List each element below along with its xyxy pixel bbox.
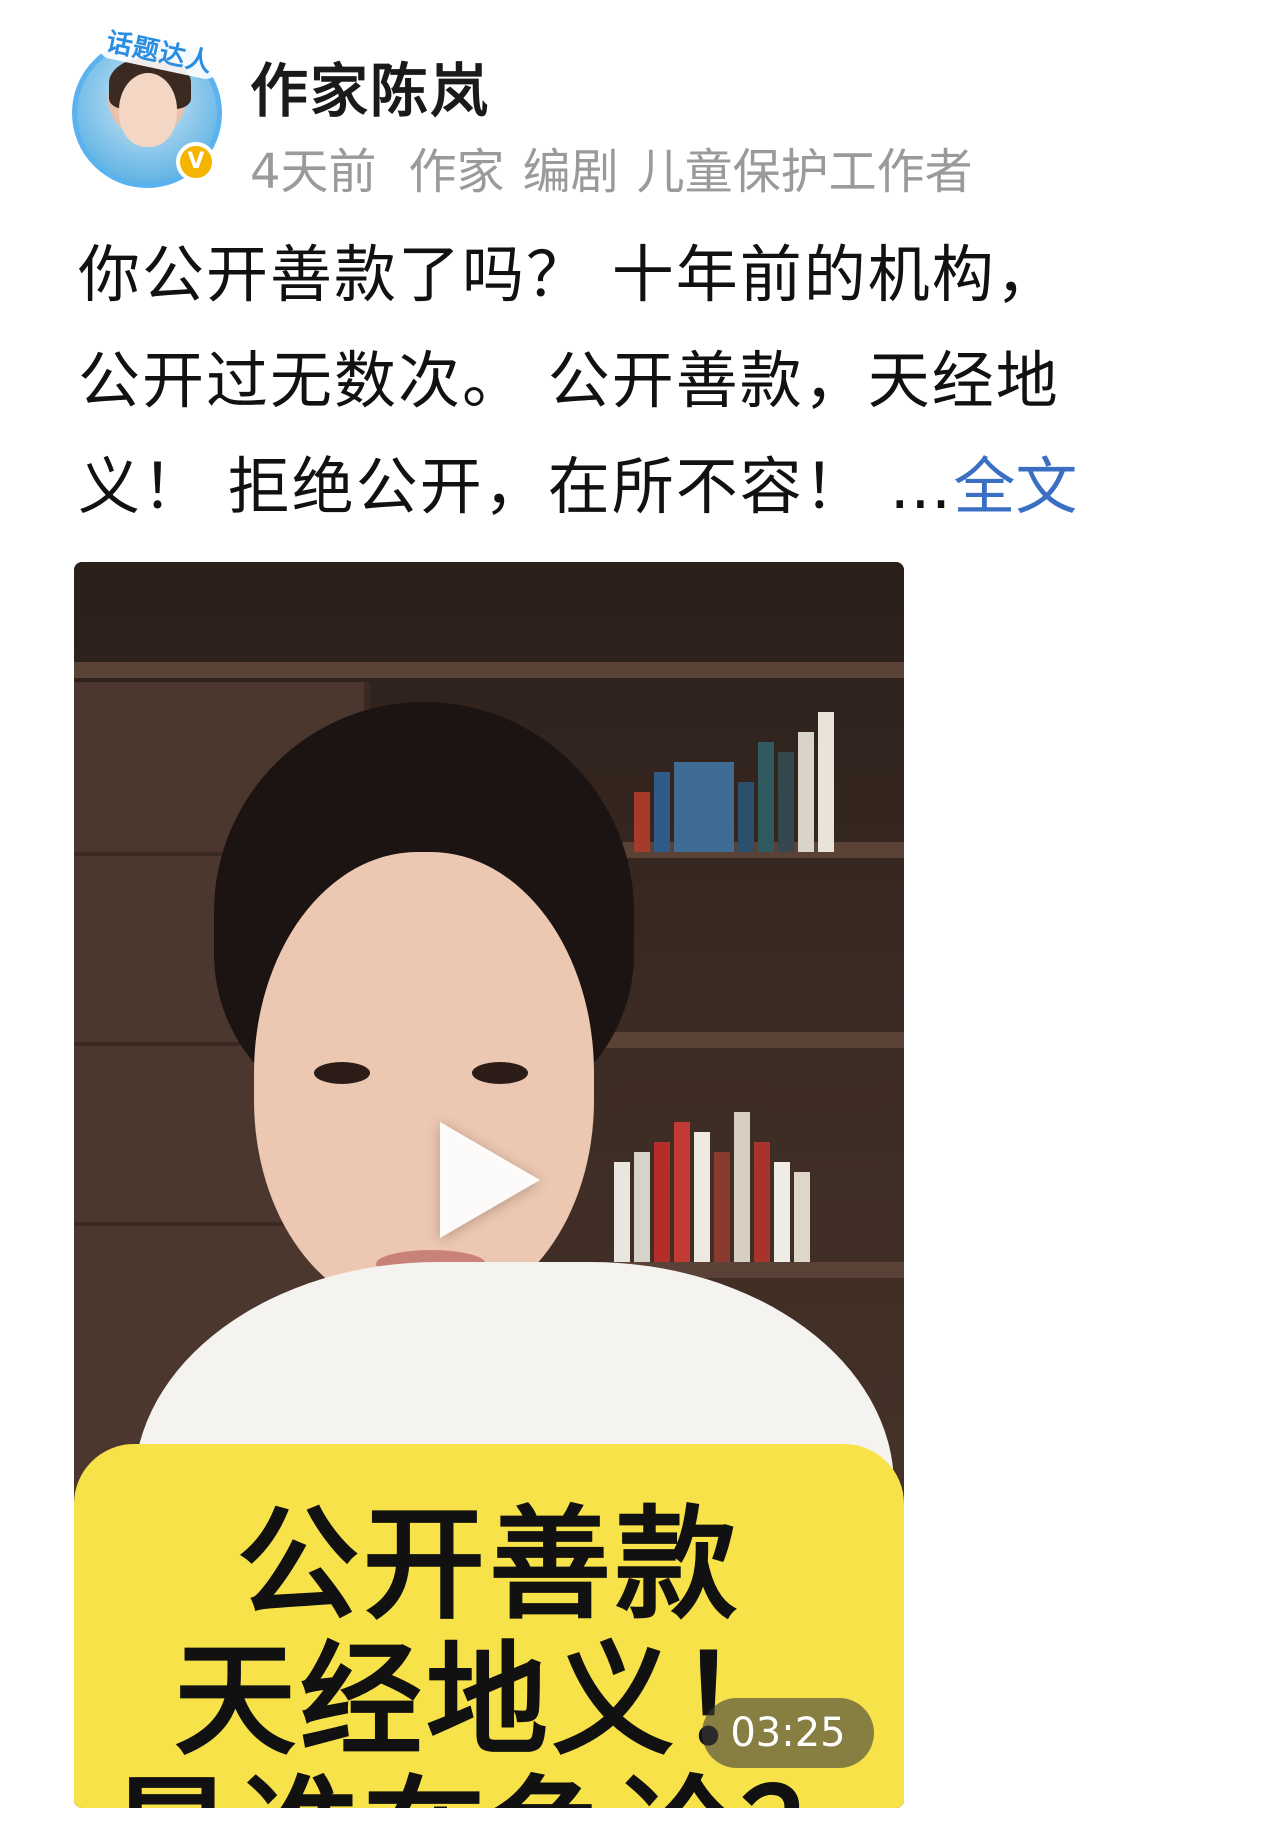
book (734, 1112, 750, 1262)
video-duration-badge: 03:25 (702, 1698, 874, 1768)
play-icon[interactable] (440, 1122, 540, 1238)
book (758, 742, 774, 852)
expand-full-text-link[interactable]: 全文 (953, 450, 1077, 523)
book (694, 1132, 710, 1262)
person-eye (314, 1062, 370, 1084)
author-tag: 作家 (408, 144, 505, 200)
post-text-line-content: 义！ 拒绝公开，在所不容！ … (78, 450, 954, 523)
book (778, 752, 794, 852)
book (798, 732, 814, 852)
author-name[interactable]: 作家陈岚 (250, 44, 490, 128)
author-tag: 编剧 (522, 144, 619, 200)
verified-icon: V (176, 142, 216, 182)
person-face (254, 852, 594, 1312)
book (794, 1172, 810, 1262)
book (818, 712, 834, 852)
video-player[interactable]: 公开善款 天经地义！ 是谁在争论？ 03:25 (74, 562, 904, 1808)
book (738, 782, 754, 852)
post-time: 4天前 (250, 144, 377, 200)
avatar-face (119, 73, 177, 147)
shelf-board (74, 662, 904, 678)
book (714, 1152, 730, 1262)
post-text-line: 你公开善款了吗？ 十年前的机构， (78, 238, 1060, 311)
book (754, 1142, 770, 1262)
video-caption-line: 是谁在争论？ (74, 1774, 904, 1808)
post-body: 你公开善款了吗？ 十年前的机构， 公开过无数次。 公开善款，天经地 义！ 拒绝公… (78, 222, 1248, 540)
author-tag: 儿童保护工作者 (636, 144, 973, 200)
post-meta: 4天前 作家 编剧 儿童保护工作者 (250, 132, 973, 202)
video-caption-line: 公开善款 (237, 1494, 741, 1636)
post-text-line: 公开过无数次。 公开善款，天经地 (78, 344, 1060, 417)
book (774, 1162, 790, 1262)
author-avatar[interactable]: 话题达人 V (72, 19, 225, 188)
post-text-line: 义！ 拒绝公开，在所不容！ …全文 (78, 434, 1248, 540)
person-eye (472, 1062, 528, 1084)
